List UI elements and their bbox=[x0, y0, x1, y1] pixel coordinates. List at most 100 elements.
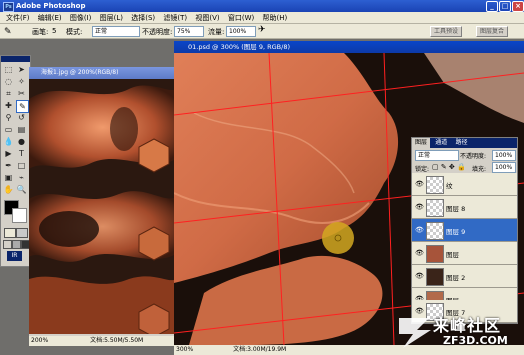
lock-icons[interactable]: ▢ ✎ ✥ 🔒 bbox=[432, 163, 466, 171]
doc2-title[interactable]: 01.psd @ 300% (图层 9, RGB/8) bbox=[174, 41, 524, 53]
doc1-doc-size: 文档:5.50M/5.50M bbox=[90, 337, 144, 344]
app-title: Adobe Photoshop bbox=[16, 2, 86, 10]
stamp-icon[interactable]: ⚲ bbox=[3, 112, 14, 123]
eraser-icon[interactable]: ▭ bbox=[3, 124, 14, 135]
slice-icon[interactable]: ✂ bbox=[16, 88, 27, 99]
screen-mode-1-icon[interactable] bbox=[3, 240, 12, 249]
zoom-icon[interactable]: 🔍 bbox=[16, 184, 27, 195]
fill-label: 填充: bbox=[472, 166, 487, 173]
minimize-button[interactable]: _ bbox=[486, 1, 498, 12]
menu-file[interactable]: 文件(F) bbox=[6, 13, 30, 23]
mode-select[interactable]: 正常 bbox=[92, 26, 140, 37]
opacity-field[interactable]: 75% bbox=[174, 26, 204, 37]
layer-row[interactable]: 👁 图层 8 bbox=[412, 196, 517, 219]
watermark-logo: 来峰社区 ZF3D.COM bbox=[395, 308, 521, 354]
menu-image[interactable]: 图像(I) bbox=[70, 13, 92, 23]
eye-icon[interactable]: 👁 bbox=[415, 180, 424, 188]
layer-thumbnail bbox=[426, 268, 444, 286]
tab-tool-presets[interactable]: 工具预设 bbox=[430, 26, 463, 37]
tab-paths[interactable]: 路径 bbox=[453, 138, 471, 148]
brush-size[interactable]: 5 bbox=[52, 27, 56, 35]
blur-icon[interactable]: 💧 bbox=[3, 136, 14, 147]
marquee-icon[interactable]: ⬚ bbox=[3, 64, 14, 75]
layer-opacity-label: 不透明度: bbox=[460, 153, 487, 160]
watermark-site: ZF3D.COM bbox=[443, 334, 508, 347]
eye-icon[interactable]: 👁 bbox=[415, 226, 424, 234]
notes-icon[interactable]: ▣ bbox=[3, 172, 14, 183]
layer-thumbnail bbox=[426, 222, 444, 240]
layer-row[interactable]: 👁 纹 bbox=[412, 173, 517, 196]
blend-mode-select[interactable]: 正常 bbox=[415, 150, 459, 161]
background-color-swatch[interactable] bbox=[12, 208, 27, 223]
layer-row[interactable]: 👁 图层 2 bbox=[412, 265, 517, 288]
maximize-button[interactable]: □ bbox=[499, 1, 511, 12]
opacity-label: 不透明度: bbox=[142, 28, 173, 36]
photoshop-icon: Ps bbox=[3, 2, 14, 12]
layer-name: 图层 9 bbox=[446, 228, 466, 236]
brush-tool-icon[interactable]: ✎ bbox=[4, 27, 12, 37]
fill-field[interactable]: 100% bbox=[492, 162, 516, 173]
layer-name: 图层 bbox=[446, 251, 459, 259]
layer-thumbnail bbox=[426, 199, 444, 217]
doc1-canvas[interactable] bbox=[29, 79, 176, 334]
menu-filter[interactable]: 滤镜(T) bbox=[163, 13, 187, 23]
layer-name: 图层 8 bbox=[446, 205, 466, 213]
path-select-icon[interactable]: ▶ bbox=[3, 148, 14, 159]
airbrush-icon[interactable]: ✈ bbox=[258, 25, 266, 35]
pen-icon[interactable]: ✒ bbox=[3, 160, 14, 171]
eye-icon[interactable]: 👁 bbox=[415, 203, 424, 211]
watermark-brand: 来峰社区 bbox=[433, 316, 502, 335]
menu-view[interactable]: 视图(V) bbox=[195, 13, 219, 23]
eye-icon[interactable]: 👁 bbox=[415, 249, 424, 257]
hand-icon[interactable]: ✋ bbox=[3, 184, 14, 195]
eyedropper-icon[interactable]: ⌁ bbox=[16, 172, 27, 183]
standard-mode-icon[interactable] bbox=[4, 228, 16, 238]
menu-edit[interactable]: 编辑(E) bbox=[38, 13, 62, 23]
history-brush-icon[interactable]: ↺ bbox=[16, 112, 27, 123]
healing-icon[interactable]: ✚ bbox=[3, 100, 14, 111]
jump-to-imageready-icon[interactable]: IR bbox=[7, 251, 22, 261]
crop-icon[interactable]: ⌗ bbox=[3, 88, 14, 99]
mode-label: 模式: bbox=[66, 28, 83, 36]
move-icon[interactable]: ➤ bbox=[16, 64, 27, 75]
menu-help[interactable]: 帮助(H) bbox=[262, 13, 287, 23]
doc1-zoom[interactable]: 200% bbox=[31, 337, 48, 344]
document-window-1: 海报1.jpg @ 200%(RGB/8) 200% 文档:5.50M/5.50… bbox=[29, 67, 176, 346]
dodge-icon[interactable]: ● bbox=[16, 136, 27, 147]
tab-channels[interactable]: 通道 bbox=[432, 138, 450, 148]
menu-select[interactable]: 选择(S) bbox=[131, 13, 155, 23]
layer-row[interactable]: 👁 图层 bbox=[412, 242, 517, 265]
tools-panel: ⬚ ➤ ◌ ✧ ⌗ ✂ ✚ ✎ ⚲ ↺ ▭ ▤ 💧 ● ▶ T ✒ □ ▣ ⌁ … bbox=[0, 55, 31, 267]
doc2-doc-size: 文档:3.00M/19.9M bbox=[233, 346, 287, 353]
eye-icon[interactable]: 👁 bbox=[415, 272, 424, 280]
layers-panel: 图层 通道 路径 正常 不透明度: 100% 锁定: ▢ ✎ ✥ 🔒 填充: 1… bbox=[411, 137, 518, 324]
tools-panel-header[interactable] bbox=[1, 56, 30, 62]
shape-icon[interactable]: □ bbox=[16, 160, 27, 171]
layer-thumbnail bbox=[426, 176, 444, 194]
options-bar: ✎ 画笔: 5 模式: 正常 不透明度: 75% 流量: 100% ✈ 工具预设… bbox=[0, 24, 524, 39]
magic-wand-icon[interactable]: ✧ bbox=[16, 76, 27, 87]
layer-row-selected[interactable]: 👁 图层 9 bbox=[412, 219, 517, 242]
flow-field[interactable]: 100% bbox=[226, 26, 256, 37]
type-icon[interactable]: T bbox=[16, 148, 27, 159]
tab-layers[interactable]: 图层 bbox=[412, 138, 431, 148]
doc2-zoom[interactable]: 300% bbox=[176, 346, 193, 353]
quick-mask-icon[interactable] bbox=[16, 228, 28, 238]
lasso-icon[interactable]: ◌ bbox=[3, 76, 14, 87]
lock-label: 锁定: bbox=[415, 166, 430, 173]
layer-name: 纹 bbox=[446, 182, 453, 190]
brush-cursor bbox=[322, 222, 354, 254]
close-button[interactable]: × bbox=[512, 1, 524, 12]
layer-name: 图层 2 bbox=[446, 274, 466, 282]
menu-window[interactable]: 窗口(W) bbox=[228, 13, 254, 23]
menu-bar: 文件(F) 编辑(E) 图像(I) 图层(L) 选择(S) 滤镜(T) 视图(V… bbox=[0, 12, 524, 24]
gradient-icon[interactable]: ▤ bbox=[16, 124, 27, 135]
doc1-title[interactable]: 海报1.jpg @ 200%(RGB/8) bbox=[29, 67, 176, 79]
screen-mode-2-icon[interactable] bbox=[12, 240, 21, 249]
tab-layer-comps[interactable]: 图层复合 bbox=[476, 26, 509, 37]
layer-opacity-field[interactable]: 100% bbox=[492, 150, 516, 161]
doc1-artwork bbox=[29, 79, 176, 334]
app-titlebar: Ps Adobe Photoshop _ □ × bbox=[0, 0, 524, 12]
logo-mark-icon bbox=[399, 318, 431, 348]
menu-layer[interactable]: 图层(L) bbox=[100, 13, 123, 23]
